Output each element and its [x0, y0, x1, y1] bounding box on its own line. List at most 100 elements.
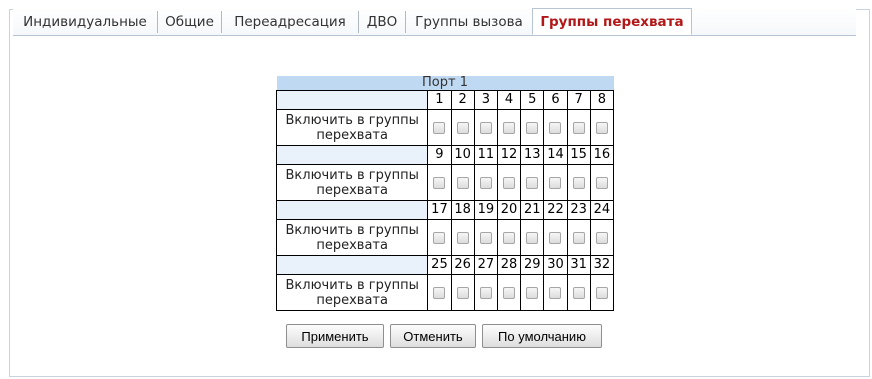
pickup-group-checkbox[interactable]: [549, 121, 562, 134]
pickup-group-checkbox[interactable]: [433, 231, 446, 244]
pickup-checkbox-cell: [520, 109, 545, 146]
port-number: 3: [473, 90, 498, 110]
port-number: 22: [543, 200, 568, 220]
pickup-checkbox-cell: [427, 164, 452, 201]
port-number-row: 25 26 27 28 29 30 31 32: [275, 255, 615, 275]
pickup-group-checkbox[interactable]: [526, 121, 539, 134]
pickup-checkbox-cell: [566, 219, 591, 256]
pickup-group-checkbox[interactable]: [479, 121, 492, 134]
pickup-checkbox-cell: [520, 274, 545, 311]
port-number: 2: [450, 90, 475, 110]
include-in-pickup-groups-label: Включить в группы перехвата: [275, 274, 429, 311]
pickup-group-checkbox[interactable]: [503, 231, 516, 244]
pickup-group-checkbox[interactable]: [549, 286, 562, 299]
pickup-checkbox-cell: [450, 274, 475, 311]
port-number: 5: [520, 90, 545, 110]
pickup-group-checkbox[interactable]: [572, 121, 585, 134]
pickup-checkbox-cell: [450, 219, 475, 256]
pickup-group-checkbox[interactable]: [526, 286, 539, 299]
port-number: 21: [520, 200, 545, 220]
port-number: 19: [473, 200, 498, 220]
pickup-checkbox-cell: [496, 274, 522, 311]
port-number-row-spacer: [275, 200, 429, 220]
pickup-checkbox-cell: [496, 164, 522, 201]
pickup-group-checkbox[interactable]: [479, 231, 492, 244]
pickup-group-checkbox[interactable]: [479, 176, 492, 189]
pickup-group-checkbox[interactable]: [572, 176, 585, 189]
pickup-checkbox-cell: [566, 109, 591, 146]
pickup-group-checkbox[interactable]: [503, 286, 516, 299]
port-number: 23: [566, 200, 591, 220]
pickup-group-checkbox[interactable]: [456, 286, 469, 299]
pickup-checkbox-cell: [473, 164, 498, 201]
pickup-group-checkbox[interactable]: [595, 176, 608, 189]
port-number: 6: [543, 90, 568, 110]
port-number: 17: [427, 200, 452, 220]
pickup-group-checkbox[interactable]: [433, 121, 446, 134]
port-number: 9: [427, 145, 452, 165]
tab-call-groups[interactable]: Группы вызова: [405, 11, 532, 33]
port-number: 8: [589, 90, 615, 110]
pickup-group-checkbox[interactable]: [572, 286, 585, 299]
pickup-group-checkbox[interactable]: [526, 231, 539, 244]
tab-dvo[interactable]: ДВО: [358, 11, 405, 33]
pickup-checkbox-cell: [520, 164, 545, 201]
pickup-group-checkbox[interactable]: [549, 231, 562, 244]
pickup-checkbox-cell: [473, 109, 498, 146]
tab-forwarding[interactable]: Переадресация: [221, 11, 358, 33]
pickup-group-checkbox[interactable]: [595, 121, 608, 134]
port-number: 13: [520, 145, 545, 165]
tab-pickup-groups[interactable]: Группы перехвата: [532, 8, 692, 35]
default-button[interactable]: По умолчанию: [482, 324, 602, 348]
port-number: 10: [450, 145, 475, 165]
pickup-group-checkbox[interactable]: [572, 231, 585, 244]
pickup-checkbox-cell: [427, 219, 452, 256]
pickup-group-checkbox[interactable]: [479, 286, 492, 299]
pickup-group-checkbox[interactable]: [456, 176, 469, 189]
cancel-button[interactable]: Отменить: [390, 324, 476, 348]
pickup-group-checkbox[interactable]: [595, 231, 608, 244]
port-number: 18: [450, 200, 475, 220]
tab-common[interactable]: Общие: [157, 11, 221, 33]
pickup-checkbox-cell: [473, 219, 498, 256]
pickup-checkbox-cell: [589, 109, 615, 146]
port-number: 27: [473, 255, 498, 275]
port-number: 14: [543, 145, 568, 165]
port-header: Порт 1: [276, 76, 614, 91]
pickup-group-checkbox[interactable]: [456, 121, 469, 134]
include-in-pickup-groups-label: Включить в группы перехвата: [275, 164, 429, 201]
port-number: 28: [496, 255, 522, 275]
pickup-checkbox-cell: [543, 219, 568, 256]
pickup-checkbox-cell: [566, 274, 591, 311]
pickup-group-checkbox[interactable]: [503, 121, 516, 134]
port-number-row-spacer: [275, 90, 429, 110]
port-number-row: 9 10 11 12 13 14 15 16: [275, 145, 615, 165]
pickup-checkbox-cell: [589, 274, 615, 311]
port-number: 29: [520, 255, 545, 275]
port-number: 25: [427, 255, 452, 275]
apply-button[interactable]: Применить: [286, 324, 384, 348]
port-number: 11: [473, 145, 498, 165]
pickup-checkbox-cell: [450, 109, 475, 146]
pickup-checkbox-row: Включить в группы перехвата: [275, 164, 615, 201]
port-number: 12: [496, 145, 522, 165]
pickup-group-checkbox[interactable]: [456, 231, 469, 244]
pickup-group-checkbox[interactable]: [433, 286, 446, 299]
pickup-group-checkbox[interactable]: [549, 176, 562, 189]
pickup-checkbox-cell: [589, 219, 615, 256]
pickup-group-checkbox[interactable]: [503, 176, 516, 189]
pickup-checkbox-row: Включить в группы перехвата: [275, 274, 615, 311]
port-number: 24: [589, 200, 615, 220]
pickup-checkbox-cell: [543, 109, 568, 146]
port-number: 26: [450, 255, 475, 275]
pickup-checkbox-cell: [566, 164, 591, 201]
port-number: 4: [496, 90, 522, 110]
pickup-group-checkbox[interactable]: [433, 176, 446, 189]
pickup-checkbox-row: Включить в группы перехвата: [275, 109, 615, 146]
tab-individual[interactable]: Индивидуальные: [13, 11, 157, 33]
pickup-group-checkbox[interactable]: [595, 286, 608, 299]
port-number: 7: [566, 90, 591, 110]
port-number: 30: [543, 255, 568, 275]
pickup-checkbox-cell: [450, 164, 475, 201]
pickup-group-checkbox[interactable]: [526, 176, 539, 189]
